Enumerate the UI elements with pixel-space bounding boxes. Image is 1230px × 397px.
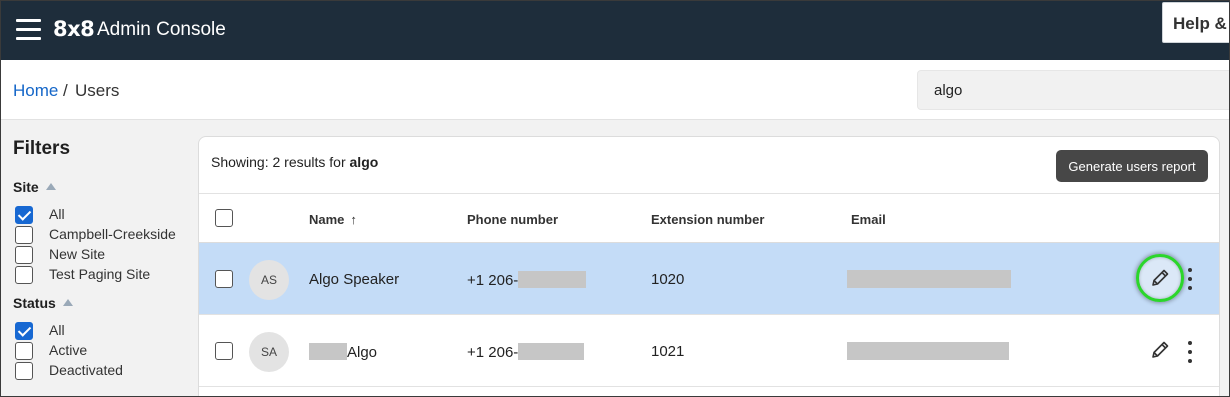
breadcrumb-bar: Home / Users (0, 60, 1230, 120)
breadcrumb-home-link[interactable]: Home (13, 81, 58, 101)
filters-panel: Filters Site All Campbell-Creekside New … (0, 120, 198, 397)
redacted-block (518, 343, 585, 360)
filters-title: Filters (13, 138, 71, 159)
email-redacted (847, 342, 1009, 361)
checkbox[interactable] (15, 246, 33, 264)
generate-users-report-button[interactable]: Generate users report (1056, 150, 1208, 182)
breadcrumb-current: Users (75, 81, 120, 100)
redacted-block (847, 342, 1009, 360)
redacted-block (847, 270, 1011, 288)
extension-number: 1020 (651, 271, 685, 288)
column-header-extension[interactable]: Extension number (651, 212, 764, 227)
row-checkbox[interactable] (215, 270, 233, 288)
arrow-up-icon: ↑ (350, 212, 357, 227)
help-button[interactable]: Help & (1162, 2, 1230, 43)
pencil-icon[interactable] (1147, 337, 1173, 363)
checkbox-checked[interactable] (15, 206, 33, 224)
hamburger-menu-icon[interactable] (16, 19, 41, 41)
email-redacted (847, 270, 1011, 289)
avatar: AS (249, 260, 289, 300)
filter-heading-site[interactable]: Site (13, 179, 56, 195)
caret-up-icon (62, 299, 73, 306)
checkbox[interactable] (15, 362, 33, 380)
table-header: Name ↑ Phone number Extension number Emai… (199, 193, 1219, 243)
app-title: Admin Console (97, 19, 226, 40)
users-results-card: Showing: 2 results for algo Generate use… (198, 136, 1220, 397)
pencil-icon[interactable] (1147, 265, 1173, 291)
avatar: SA (249, 332, 289, 372)
checkbox-checked[interactable] (15, 322, 33, 340)
results-summary: Showing: 2 results for algo (211, 154, 379, 170)
user-name[interactable]: Algo (309, 343, 377, 361)
results-query: algo (349, 154, 379, 170)
breadcrumb-separator: / (63, 81, 68, 100)
brand-logo[interactable]: 8x8 (53, 17, 95, 41)
checkbox[interactable] (15, 342, 33, 360)
more-vertical-icon[interactable] (1185, 268, 1195, 290)
column-header-name[interactable]: Name ↑ (309, 212, 357, 227)
redacted-block (518, 271, 587, 288)
caret-up-icon (45, 183, 56, 190)
top-navigation-bar: 8x8 Admin Console Help & (0, 0, 1230, 60)
column-header-email[interactable]: Email (851, 212, 886, 227)
table-row[interactable]: SA Algo +1 206- 1021 (199, 315, 1219, 387)
row-checkbox[interactable] (215, 342, 233, 360)
redacted-block (309, 343, 347, 360)
table-row[interactable]: AS Algo Speaker +1 206- 1020 (199, 243, 1219, 315)
select-all-checkbox[interactable] (215, 209, 233, 227)
more-vertical-icon[interactable] (1185, 341, 1195, 363)
column-header-phone[interactable]: Phone number (467, 212, 558, 227)
phone-number: +1 206- (467, 343, 585, 361)
checkbox[interactable] (15, 266, 33, 284)
user-name[interactable]: Algo Speaker (309, 271, 399, 288)
phone-number: +1 206- (467, 271, 587, 289)
checkbox[interactable] (15, 226, 33, 244)
extension-number: 1021 (651, 343, 685, 360)
filter-heading-status[interactable]: Status (13, 295, 73, 311)
search-input[interactable] (917, 70, 1230, 110)
